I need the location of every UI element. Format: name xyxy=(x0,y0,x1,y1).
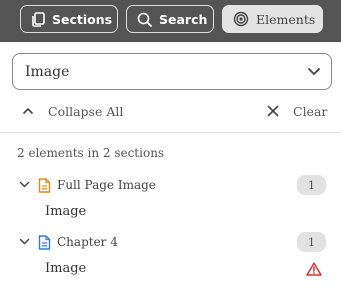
search-icon xyxy=(137,12,152,27)
warning-icon xyxy=(306,262,322,276)
target-icon xyxy=(233,11,249,27)
tab-search[interactable]: Search xyxy=(126,5,214,33)
section-title: Full Page Image xyxy=(57,178,156,192)
chevron-down-icon xyxy=(19,238,30,245)
count-badge: 1 xyxy=(297,232,326,252)
element-item[interactable]: Image xyxy=(45,261,86,276)
close-icon xyxy=(267,105,279,117)
tab-elements-label: Elements xyxy=(256,11,316,27)
clear-label: Clear xyxy=(293,103,328,119)
tab-sections[interactable]: Sections xyxy=(20,5,118,33)
section-header[interactable]: Full Page Image xyxy=(19,176,156,194)
documents-icon xyxy=(32,11,45,27)
collapse-all-label: Collapse All xyxy=(48,103,124,119)
tab-elements[interactable]: Elements xyxy=(222,5,323,33)
chevron-up-icon xyxy=(23,108,33,114)
count-badge: 1 xyxy=(297,175,326,195)
collapse-all-button[interactable]: Collapse All xyxy=(22,101,123,121)
element-item[interactable]: Image xyxy=(45,204,86,219)
results-summary: 2 elements in 2 sections xyxy=(17,146,165,160)
document-icon xyxy=(38,234,51,250)
divider xyxy=(0,132,341,133)
element-type-value: Image xyxy=(25,63,70,80)
section-title: Chapter 4 xyxy=(57,235,118,249)
tab-sections-label: Sections xyxy=(52,11,113,27)
tab-search-label: Search xyxy=(159,11,208,27)
clear-button[interactable]: Clear xyxy=(267,101,327,121)
top-toolbar: Sections Search Elements xyxy=(0,0,341,42)
chevron-down-icon xyxy=(19,181,30,188)
document-icon xyxy=(38,177,51,193)
chevron-down-icon xyxy=(308,68,320,75)
element-type-select[interactable]: Image xyxy=(12,53,332,90)
section-header[interactable]: Chapter 4 xyxy=(19,233,118,251)
